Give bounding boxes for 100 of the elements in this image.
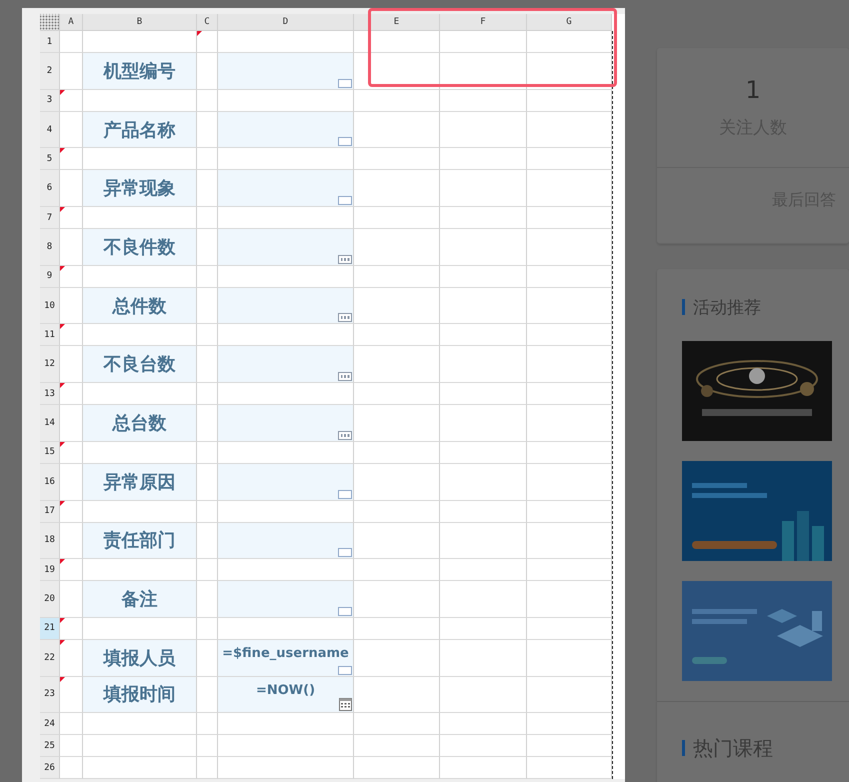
table-cell[interactable] [218, 31, 354, 53]
column-header[interactable]: B [83, 14, 197, 31]
row-header[interactable]: 8 [40, 229, 60, 266]
table-cell[interactable] [83, 266, 197, 288]
row-header[interactable]: 6 [40, 170, 60, 208]
table-cell[interactable] [197, 31, 218, 53]
table-cell[interactable] [440, 346, 527, 384]
table-cell[interactable] [197, 90, 218, 112]
table-cell[interactable] [440, 405, 527, 442]
table-cell[interactable] [218, 170, 354, 208]
table-cell[interactable] [440, 500, 527, 522]
table-cell[interactable] [197, 522, 218, 560]
table-cell[interactable] [527, 346, 612, 384]
table-cell[interactable]: 异常现象 [83, 170, 197, 208]
table-cell[interactable] [354, 500, 440, 522]
table-cell[interactable]: 不良件数 [83, 229, 197, 266]
table-cell[interactable] [527, 90, 612, 112]
row-header[interactable]: 26 [40, 757, 60, 780]
table-cell[interactable] [440, 757, 527, 780]
table-cell[interactable] [60, 500, 83, 522]
table-cell[interactable] [527, 559, 612, 582]
column-header[interactable]: A [60, 14, 83, 31]
table-cell[interactable] [354, 31, 440, 53]
row-header[interactable]: 10 [40, 288, 60, 324]
table-cell[interactable] [527, 31, 612, 53]
table-cell[interactable] [354, 640, 440, 677]
table-cell[interactable]: =$fine_username [218, 640, 354, 677]
table-cell[interactable] [354, 676, 440, 714]
table-cell[interactable] [60, 713, 83, 736]
table-cell[interactable] [440, 207, 527, 230]
table-cell[interactable] [354, 442, 440, 464]
table-cell[interactable] [197, 170, 218, 208]
table-cell[interactable] [60, 170, 83, 208]
column-header[interactable]: F [440, 14, 527, 31]
table-cell[interactable] [218, 713, 354, 736]
table-cell[interactable] [218, 500, 354, 522]
row-header[interactable]: 9 [40, 266, 60, 288]
table-cell[interactable] [527, 383, 612, 406]
table-cell[interactable] [218, 464, 354, 500]
table-cell[interactable] [83, 713, 197, 736]
table-cell[interactable] [83, 618, 197, 640]
table-cell[interactable] [527, 405, 612, 442]
table-cell[interactable] [440, 464, 527, 500]
table-cell[interactable] [197, 53, 218, 90]
table-cell[interactable] [83, 500, 197, 522]
table-cell[interactable] [354, 266, 440, 288]
table-cell[interactable] [197, 464, 218, 500]
table-cell[interactable] [527, 713, 612, 736]
table-cell[interactable] [218, 148, 354, 170]
table-cell[interactable] [218, 757, 354, 780]
table-cell[interactable] [197, 713, 218, 736]
table-cell[interactable]: 机型编号 [83, 53, 197, 90]
table-cell[interactable] [218, 266, 354, 288]
table-cell[interactable] [354, 618, 440, 640]
table-cell[interactable] [60, 112, 83, 148]
table-cell[interactable] [440, 148, 527, 170]
table-cell[interactable] [527, 148, 612, 170]
table-cell[interactable] [60, 464, 83, 500]
table-cell[interactable] [527, 324, 612, 346]
table-cell[interactable] [197, 500, 218, 522]
table-cell[interactable] [60, 229, 83, 266]
row-header[interactable]: 13 [40, 383, 60, 406]
table-cell[interactable]: 责任部门 [83, 522, 197, 560]
table-cell[interactable] [218, 581, 354, 618]
row-header[interactable]: 5 [40, 148, 60, 170]
table-cell[interactable] [218, 90, 354, 112]
table-cell[interactable] [354, 170, 440, 208]
table-cell[interactable] [60, 405, 83, 442]
table-cell[interactable] [354, 581, 440, 618]
table-cell[interactable] [218, 618, 354, 640]
row-header[interactable]: 7 [40, 207, 60, 230]
table-cell[interactable]: 总台数 [83, 405, 197, 442]
row-header[interactable]: 23 [40, 676, 60, 714]
table-cell[interactable] [354, 464, 440, 500]
table-cell[interactable] [60, 735, 83, 758]
table-cell[interactable] [60, 522, 83, 560]
table-cell[interactable] [83, 207, 197, 230]
table-cell[interactable] [60, 288, 83, 324]
table-cell[interactable] [354, 735, 440, 758]
table-cell[interactable] [60, 676, 83, 714]
table-cell[interactable] [83, 442, 197, 464]
table-cell[interactable] [60, 559, 83, 582]
table-cell[interactable] [197, 324, 218, 346]
row-header[interactable]: 2 [40, 53, 60, 90]
table-cell[interactable]: 产品名称 [83, 112, 197, 148]
table-cell[interactable] [60, 148, 83, 170]
table-cell[interactable] [527, 735, 612, 758]
table-cell[interactable] [440, 170, 527, 208]
column-header[interactable]: D [218, 14, 354, 31]
table-cell[interactable] [440, 713, 527, 736]
table-cell[interactable] [440, 522, 527, 560]
table-cell[interactable] [440, 618, 527, 640]
row-header[interactable]: 1 [40, 31, 60, 53]
table-cell[interactable] [83, 559, 197, 582]
table-cell[interactable] [527, 640, 612, 677]
table-cell[interactable] [218, 53, 354, 90]
table-cell[interactable] [60, 207, 83, 230]
table-cell[interactable] [197, 559, 218, 582]
table-cell[interactable] [354, 112, 440, 148]
column-header[interactable]: C [197, 14, 218, 31]
